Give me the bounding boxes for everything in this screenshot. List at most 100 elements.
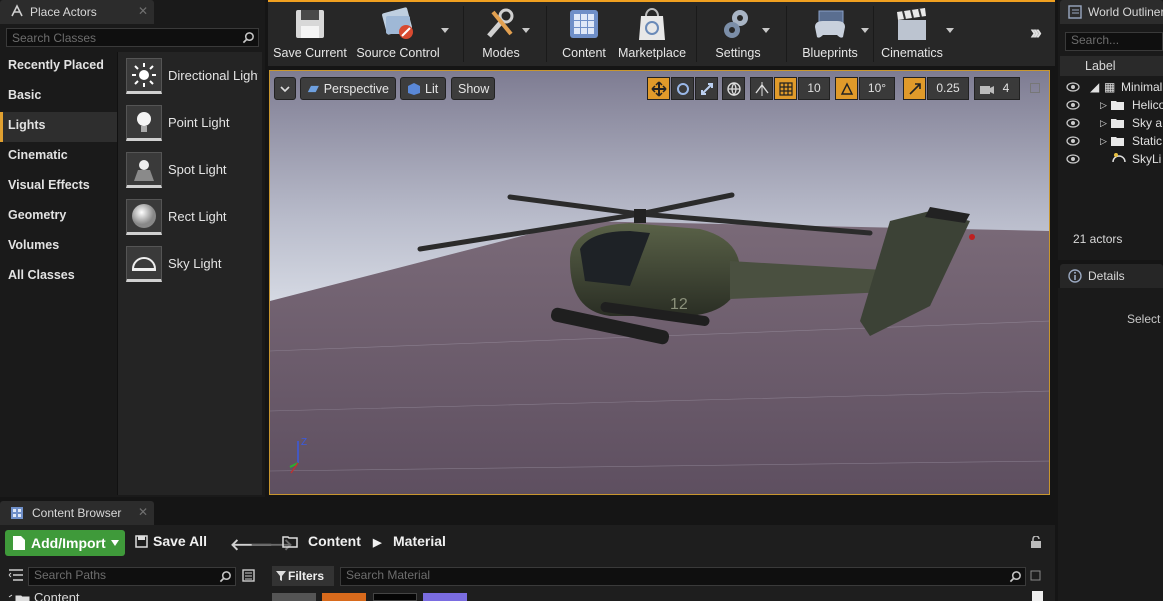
search-material-input[interactable] bbox=[341, 568, 1025, 582]
content-tree-root[interactable]: Content bbox=[6, 590, 80, 601]
breadcrumb-material[interactable]: Material bbox=[393, 533, 446, 549]
source-control-dropdown[interactable] bbox=[441, 28, 449, 33]
content-browser-tab[interactable]: Content Browser ✕ bbox=[0, 501, 154, 525]
eye-icon[interactable] bbox=[1066, 117, 1080, 131]
modes-button[interactable]: Modes bbox=[473, 4, 529, 64]
sky-dome-icon bbox=[126, 245, 162, 282]
actor-item-point-light[interactable]: Point Light bbox=[118, 99, 262, 146]
asset-thumbnail[interactable] bbox=[322, 593, 366, 601]
search-icon[interactable] bbox=[1009, 570, 1022, 583]
shopping-bag-icon bbox=[632, 4, 672, 44]
asset-thumbnail[interactable] bbox=[423, 593, 467, 601]
actor-item-rect-light[interactable]: Rect Light bbox=[118, 193, 262, 240]
actor-item-spot-light[interactable]: Spot Light bbox=[118, 146, 262, 193]
grid-snap-toggle[interactable] bbox=[774, 77, 797, 100]
outliner-search-input[interactable] bbox=[1066, 33, 1162, 47]
filters-button[interactable]: Filters bbox=[272, 566, 334, 600]
search-icon[interactable] bbox=[219, 570, 232, 583]
expand-arrow-icon[interactable]: ▷ bbox=[1100, 118, 1107, 129]
search-material-field[interactable] bbox=[340, 567, 1026, 586]
eye-icon[interactable] bbox=[1066, 99, 1080, 113]
surface-snap-icon bbox=[754, 81, 769, 96]
blueprints-button[interactable]: Blueprints bbox=[798, 4, 862, 64]
category-geometry[interactable]: Geometry bbox=[0, 202, 117, 232]
sources-toggle-icon[interactable] bbox=[8, 569, 24, 585]
perspective-button[interactable]: Perspective bbox=[300, 77, 396, 100]
search-paths-input[interactable] bbox=[29, 568, 235, 582]
scale-snap-value[interactable]: 0.25 bbox=[927, 77, 969, 100]
breadcrumb-content[interactable]: Content bbox=[308, 533, 361, 549]
category-basic[interactable]: Basic bbox=[0, 82, 117, 112]
eye-icon[interactable] bbox=[1066, 135, 1080, 149]
asset-thumbnail[interactable] bbox=[272, 593, 316, 601]
settings-dropdown[interactable] bbox=[762, 28, 770, 33]
search-classes-input[interactable] bbox=[7, 30, 258, 45]
save-current-button[interactable]: Save Current bbox=[273, 4, 347, 64]
search-paths-field[interactable] bbox=[28, 567, 236, 586]
category-recently-placed[interactable]: Recently Placed bbox=[0, 52, 117, 82]
scale-tool-button[interactable] bbox=[695, 77, 718, 100]
save-search-icon[interactable] bbox=[1030, 570, 1041, 584]
folder-icon[interactable] bbox=[282, 535, 299, 551]
viewport-options-button[interactable] bbox=[274, 77, 296, 100]
expand-arrow-icon[interactable]: ▷ bbox=[1100, 136, 1107, 147]
category-cinematic[interactable]: Cinematic bbox=[0, 142, 117, 172]
eye-icon[interactable] bbox=[1066, 153, 1080, 167]
rotate-tool-button[interactable] bbox=[671, 77, 694, 100]
viewport-scene[interactable]: 12 Z bbox=[270, 71, 1050, 495]
lock-icon[interactable] bbox=[1030, 535, 1042, 551]
outliner-row-folder[interactable]: ▷ Sky a bbox=[1060, 114, 1163, 132]
outliner-row-folder[interactable]: ▷ Static bbox=[1060, 132, 1163, 150]
actor-item-directional-light[interactable]: Directional Light bbox=[118, 52, 262, 99]
close-icon[interactable]: ✕ bbox=[138, 4, 148, 18]
category-volumes[interactable]: Volumes bbox=[0, 232, 117, 262]
details-tab[interactable]: Details bbox=[1060, 264, 1163, 288]
category-all-classes[interactable]: All Classes bbox=[0, 262, 117, 292]
rotation-snap-value[interactable]: 10° bbox=[859, 77, 895, 100]
world-space-button[interactable] bbox=[722, 77, 745, 100]
asset-thumbnail[interactable] bbox=[373, 593, 417, 601]
category-visual-effects[interactable]: Visual Effects bbox=[0, 172, 117, 202]
toolbar-overflow-button[interactable]: ››› bbox=[1030, 22, 1042, 45]
outliner-row-level[interactable]: ◢ ▦ Minimal bbox=[1060, 78, 1163, 96]
source-control-button[interactable]: Source Control bbox=[356, 4, 440, 64]
show-button[interactable]: Show bbox=[451, 77, 495, 100]
actor-item-sky-light[interactable]: Sky Light bbox=[118, 240, 262, 287]
settings-button[interactable]: Settings bbox=[710, 4, 766, 64]
rotation-snap-toggle[interactable] bbox=[835, 77, 858, 100]
outliner-row-actor[interactable]: SkyLi bbox=[1060, 150, 1163, 168]
scale-snap-toggle[interactable] bbox=[903, 77, 926, 100]
folder-icon bbox=[8, 594, 30, 601]
search-classes-field[interactable] bbox=[6, 28, 259, 47]
save-all-button[interactable]: Save All bbox=[133, 533, 207, 549]
maximize-viewport-button[interactable] bbox=[1030, 83, 1040, 93]
cinematics-dropdown[interactable] bbox=[946, 28, 954, 33]
marketplace-button[interactable]: Marketplace bbox=[618, 4, 686, 64]
eye-icon[interactable] bbox=[1066, 81, 1080, 95]
grid-snap-value[interactable]: 10 bbox=[798, 77, 830, 100]
outliner-row-folder[interactable]: ▷ Helico bbox=[1060, 96, 1163, 114]
search-icon[interactable] bbox=[242, 31, 255, 44]
view-toggle-button[interactable] bbox=[1032, 591, 1043, 601]
actor-item-label: Spot Light bbox=[168, 162, 227, 177]
level-viewport[interactable]: 12 Z Perspective Lit Show 10 10° 0.25 4 bbox=[269, 70, 1050, 495]
surface-snap-button[interactable] bbox=[750, 77, 773, 100]
add-import-button[interactable]: Add/Import bbox=[5, 530, 125, 556]
blueprints-dropdown[interactable] bbox=[861, 28, 869, 33]
world-outliner-tab[interactable]: World Outliner bbox=[1060, 0, 1163, 24]
translate-tool-button[interactable] bbox=[647, 77, 670, 100]
camera-speed-button[interactable]: 4 bbox=[974, 77, 1020, 100]
view-options-icon[interactable] bbox=[242, 569, 255, 585]
actor-item-label: Sky Light bbox=[168, 256, 222, 271]
close-icon[interactable]: ✕ bbox=[138, 505, 148, 519]
place-actors-tab[interactable]: Place Actors ✕ bbox=[0, 0, 154, 24]
cinematics-button[interactable]: Cinematics bbox=[880, 4, 944, 64]
lit-view-mode-button[interactable]: Lit bbox=[400, 77, 446, 100]
outliner-search-field[interactable] bbox=[1065, 32, 1163, 51]
outliner-column-label[interactable]: Label bbox=[1060, 56, 1163, 76]
modes-dropdown[interactable] bbox=[522, 28, 530, 33]
category-lights[interactable]: Lights bbox=[0, 112, 117, 142]
expand-arrow-icon[interactable]: ▷ bbox=[1100, 100, 1107, 111]
expand-arrow-icon[interactable]: ◢ bbox=[1090, 80, 1099, 94]
content-button[interactable]: Content bbox=[556, 4, 612, 64]
